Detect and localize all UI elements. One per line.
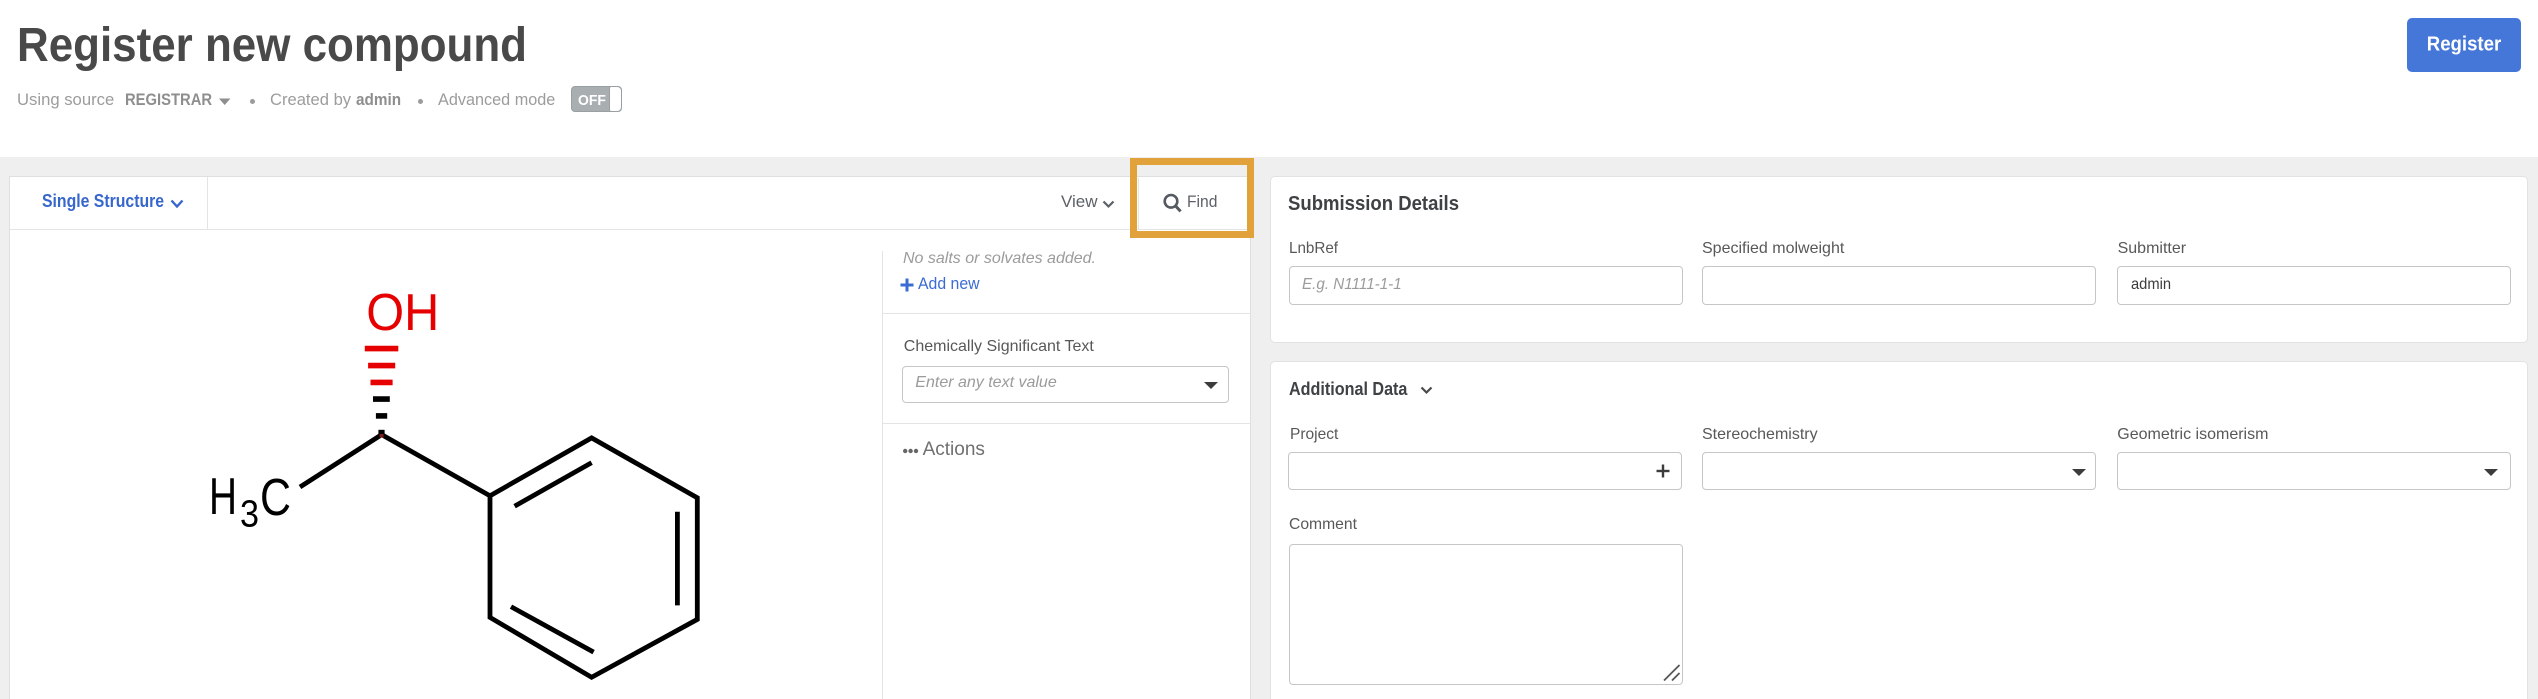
svg-text:OH: OH <box>366 284 439 342</box>
svg-text:H: H <box>209 468 237 526</box>
svg-text:C: C <box>260 469 291 527</box>
svg-text:3: 3 <box>240 494 259 536</box>
